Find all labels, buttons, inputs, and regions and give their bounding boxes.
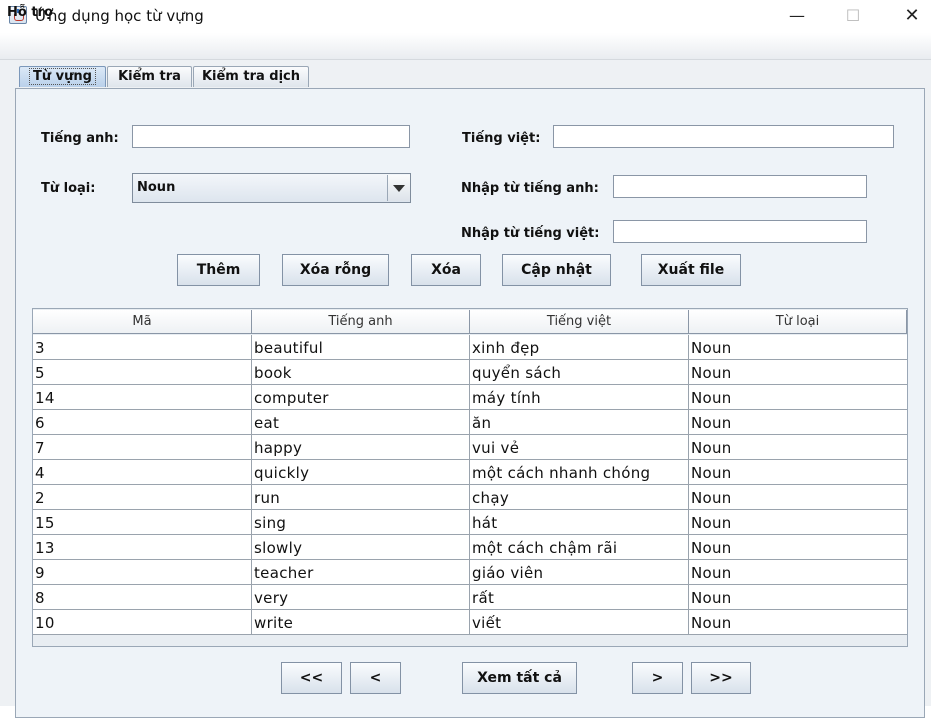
column-header-word-type[interactable]: Từ loại (689, 310, 907, 334)
export-file-button[interactable]: Xuất file (641, 254, 741, 286)
tab-vocabulary[interactable]: Từ vựng (19, 66, 106, 87)
cell-word-type: Noun (691, 489, 732, 507)
update-button[interactable]: Cập nhật (502, 254, 611, 286)
cell-vietnamese: vui vẻ (470, 435, 689, 459)
last-page-button[interactable]: >> (691, 662, 751, 694)
tab-vocabulary-label: Từ vựng (29, 68, 96, 85)
cell-english: slowly (252, 535, 470, 559)
table-row[interactable]: 6 eat ăn Noun (33, 410, 907, 435)
cell-id: 14 (33, 385, 252, 409)
maximize-button[interactable]: ☐ (840, 5, 866, 27)
cell-english: happy (252, 435, 470, 459)
search-vietnamese-label: Nhập từ tiếng việt: (461, 226, 600, 241)
cell-english: write (252, 610, 470, 634)
cell-vietnamese: quyển sách (470, 360, 689, 384)
table-row[interactable]: 8 very rất Noun (33, 585, 907, 610)
cell-id: 3 (33, 335, 252, 359)
previous-page-button[interactable]: < (350, 662, 401, 694)
word-type-label: Từ loại: (41, 181, 96, 196)
close-button[interactable]: ✕ (899, 5, 925, 27)
cell-id: 5 (33, 360, 252, 384)
cell-word-type: Noun (691, 464, 732, 482)
table-row[interactable]: 15 sing hát Noun (33, 510, 907, 535)
cell-word-type: Noun (691, 589, 732, 607)
cell-english: teacher (252, 560, 470, 584)
cell-word-type: Noun (691, 614, 732, 632)
table-row[interactable]: 2 run chạy Noun (33, 485, 907, 510)
search-vietnamese-input[interactable] (613, 220, 867, 243)
cell-id: 8 (33, 585, 252, 609)
column-header-vietnamese[interactable]: Tiếng việt (470, 310, 689, 334)
cell-word-type: Noun (691, 389, 732, 407)
search-english-label: Nhập từ tiếng anh: (461, 181, 599, 196)
cell-english: very (252, 585, 470, 609)
cell-id: 7 (33, 435, 252, 459)
chevron-down-icon[interactable] (387, 175, 410, 201)
cell-english: run (252, 485, 470, 509)
cell-id: 4 (33, 460, 252, 484)
table-row[interactable]: 5 book quyển sách Noun (33, 360, 907, 385)
cell-word-type: Noun (691, 364, 732, 382)
cell-vietnamese: ăn (470, 410, 689, 434)
cell-word-type: Noun (691, 539, 732, 557)
cell-vietnamese: một cách nhanh chóng (470, 460, 689, 484)
word-type-selected: Noun (137, 180, 176, 195)
cell-word-type: Noun (691, 414, 732, 432)
cell-id: 2 (33, 485, 252, 509)
minimize-button[interactable]: — (784, 5, 810, 27)
table-row[interactable]: 14 computer máy tính Noun (33, 385, 907, 410)
delete-button[interactable]: Xóa (411, 254, 481, 286)
tab-translation-test[interactable]: Kiểm tra dịch (193, 66, 309, 87)
cell-id: 6 (33, 410, 252, 434)
cell-id: 15 (33, 510, 252, 534)
cell-id: 9 (33, 560, 252, 584)
first-page-button[interactable]: << (281, 662, 342, 694)
table-row[interactable]: 13 slowly một cách chậm rãi Noun (33, 535, 907, 560)
cell-english: beautiful (252, 335, 470, 359)
cell-vietnamese: máy tính (470, 385, 689, 409)
show-all-button[interactable]: Xem tất cả (462, 662, 577, 694)
cell-word-type: Noun (691, 339, 732, 357)
cell-vietnamese: một cách chậm rãi (470, 535, 689, 559)
cell-vietnamese: giáo viên (470, 560, 689, 584)
column-header-id[interactable]: Mã (33, 310, 252, 334)
menu-help[interactable]: Hỗ trợ (7, 5, 53, 20)
cell-vietnamese: rất (470, 585, 689, 609)
vietnamese-label: Tiếng việt: (462, 131, 541, 146)
english-label: Tiếng anh: (41, 131, 119, 146)
cell-english: sing (252, 510, 470, 534)
table-row[interactable]: 10 write viết Noun (33, 610, 907, 635)
column-header-english[interactable]: Tiếng anh (252, 310, 470, 334)
cell-english: quickly (252, 460, 470, 484)
cell-english: eat (252, 410, 470, 434)
table-row[interactable]: 4 quickly một cách nhanh chóng Noun (33, 460, 907, 485)
cell-word-type: Noun (691, 439, 732, 457)
window-title: Ứng dụng học từ vựng (35, 7, 204, 25)
cell-english: book (252, 360, 470, 384)
next-page-button[interactable]: > (632, 662, 683, 694)
cell-vietnamese: chạy (470, 485, 689, 509)
table-row[interactable]: 3 beautiful xinh đẹp Noun (33, 335, 907, 360)
word-type-select[interactable]: Noun (132, 173, 411, 203)
add-button[interactable]: Thêm (177, 254, 260, 286)
search-english-input[interactable] (613, 175, 867, 198)
table-row[interactable]: 7 happy vui vẻ Noun (33, 435, 907, 460)
english-input[interactable] (132, 125, 410, 148)
cell-vietnamese: hát (470, 510, 689, 534)
cell-english: computer (252, 385, 470, 409)
cell-vietnamese: viết (470, 610, 689, 634)
cell-id: 13 (33, 535, 252, 559)
clear-button[interactable]: Xóa rỗng (282, 254, 389, 286)
cell-word-type: Noun (691, 514, 732, 532)
cell-word-type: Noun (691, 564, 732, 582)
menu-bar (0, 33, 931, 60)
table-row[interactable]: 9 teacher giáo viên Noun (33, 560, 907, 585)
tab-test[interactable]: Kiểm tra (107, 66, 192, 87)
vietnamese-input[interactable] (553, 125, 894, 148)
cell-vietnamese: xinh đẹp (470, 335, 689, 359)
cell-id: 10 (33, 610, 252, 634)
